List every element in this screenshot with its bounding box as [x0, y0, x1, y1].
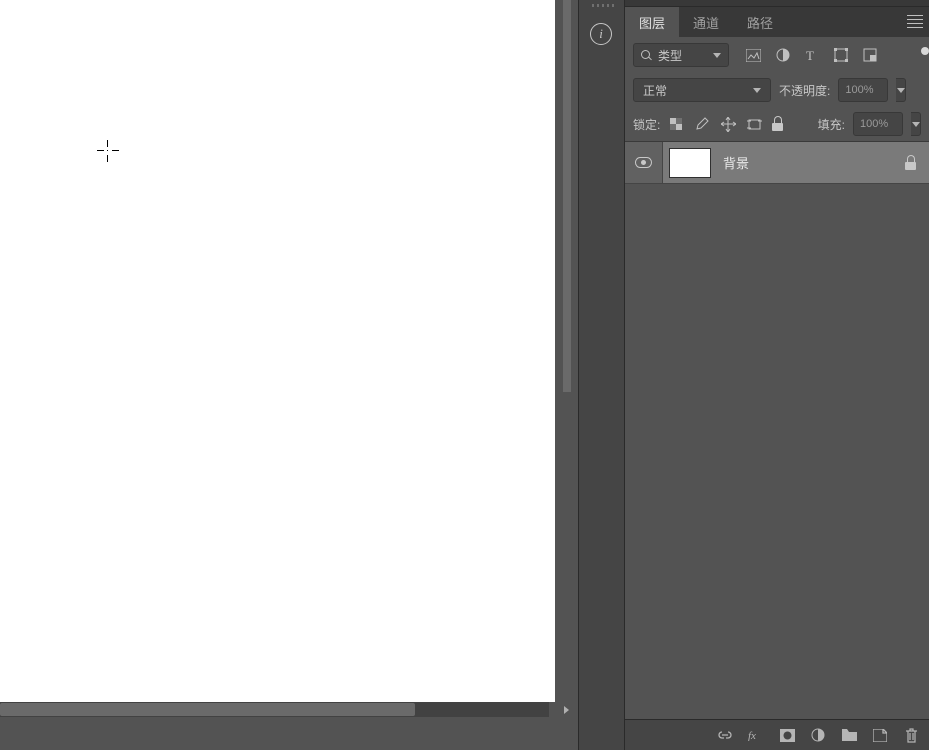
filter-type-icon[interactable]: T: [804, 48, 819, 63]
lock-icons: [668, 116, 788, 132]
horizontal-scrollbar[interactable]: [0, 702, 549, 717]
layer-filter-row: 类型 T: [625, 37, 929, 73]
filter-pixel-icon[interactable]: [746, 48, 761, 63]
chevron-down-icon: [753, 88, 761, 93]
layers-panel: 图层 通道 路径 类型 T: [625, 0, 929, 750]
layer-fx-icon[interactable]: fx: [748, 727, 764, 743]
chevron-down-icon: [897, 88, 905, 93]
chevron-down-icon: [713, 53, 721, 58]
new-layer-icon[interactable]: [872, 727, 888, 743]
fill-label: 填充:: [818, 116, 845, 133]
collapsed-panel-dock: [578, 0, 625, 750]
hscroll-right-cap: [549, 702, 578, 717]
eye-icon: [635, 157, 652, 168]
layer-thumbnail[interactable]: [669, 148, 711, 178]
panel-topbar: [625, 0, 929, 7]
fill-input[interactable]: 100%: [853, 112, 903, 136]
layers-bottom-bar: fx: [625, 719, 929, 750]
filter-shape-icon[interactable]: [833, 48, 848, 63]
layer-content[interactable]: 背景: [663, 142, 929, 183]
filter-adjustment-icon[interactable]: [775, 48, 790, 63]
panel-tabs: 图层 通道 路径: [625, 7, 929, 37]
blend-mode-dropdown[interactable]: 正常: [633, 78, 771, 102]
blend-mode-value: 正常: [643, 82, 667, 99]
tab-paths[interactable]: 路径: [733, 7, 787, 37]
layer-row[interactable]: 背景: [625, 142, 929, 184]
svg-text:fx: fx: [748, 730, 756, 741]
layer-locked-icon: [905, 156, 917, 170]
lock-transparency-icon[interactable]: [668, 116, 684, 132]
layer-list: 背景: [625, 141, 929, 184]
chevron-down-icon: [912, 122, 920, 127]
vertical-scrollbar-thumb[interactable]: [563, 0, 571, 392]
filter-smartobject-icon[interactable]: [862, 48, 877, 63]
filter-toggle-switch[interactable]: [921, 47, 929, 55]
layer-group-icon[interactable]: [841, 727, 857, 743]
lock-label: 锁定:: [633, 116, 660, 133]
delete-layer-icon[interactable]: [903, 727, 919, 743]
filter-kind-dropdown[interactable]: 类型: [633, 43, 729, 67]
filter-kind-label: 类型: [658, 47, 707, 64]
lock-position-icon[interactable]: [720, 116, 736, 132]
lock-all-icon[interactable]: [772, 116, 788, 132]
opacity-input[interactable]: 100%: [838, 78, 888, 102]
layer-visibility-toggle[interactable]: [625, 142, 663, 183]
blend-mode-row: 正常 不透明度: 100%: [625, 73, 929, 107]
tab-channels[interactable]: 通道: [679, 7, 733, 37]
panel-menu-icon[interactable]: [907, 15, 923, 29]
adjustment-layer-icon[interactable]: [810, 727, 826, 743]
info-panel-icon[interactable]: [590, 23, 612, 45]
fill-dropdown-arrow[interactable]: [911, 112, 921, 136]
lock-artboard-icon[interactable]: [746, 116, 762, 132]
svg-text:T: T: [806, 49, 814, 62]
canvas-area: [0, 0, 578, 726]
tab-layers[interactable]: 图层: [625, 7, 679, 37]
filter-type-icons: T: [746, 48, 877, 63]
scroll-right-arrow-icon[interactable]: [564, 706, 569, 714]
document-canvas[interactable]: [0, 0, 555, 712]
canvas-bottom-strip: [0, 717, 578, 726]
link-layers-icon[interactable]: [717, 727, 733, 743]
layer-name: 背景: [723, 153, 893, 172]
lock-pixels-icon[interactable]: [694, 116, 710, 132]
layer-mask-icon[interactable]: [779, 727, 795, 743]
panel-grip-icon[interactable]: [592, 4, 614, 8]
lock-row: 锁定: 填充: 100%: [625, 107, 929, 141]
search-icon: [641, 50, 652, 61]
opacity-dropdown-arrow[interactable]: [896, 78, 906, 102]
opacity-label: 不透明度:: [779, 82, 830, 99]
horizontal-scrollbar-thumb[interactable]: [0, 703, 415, 716]
